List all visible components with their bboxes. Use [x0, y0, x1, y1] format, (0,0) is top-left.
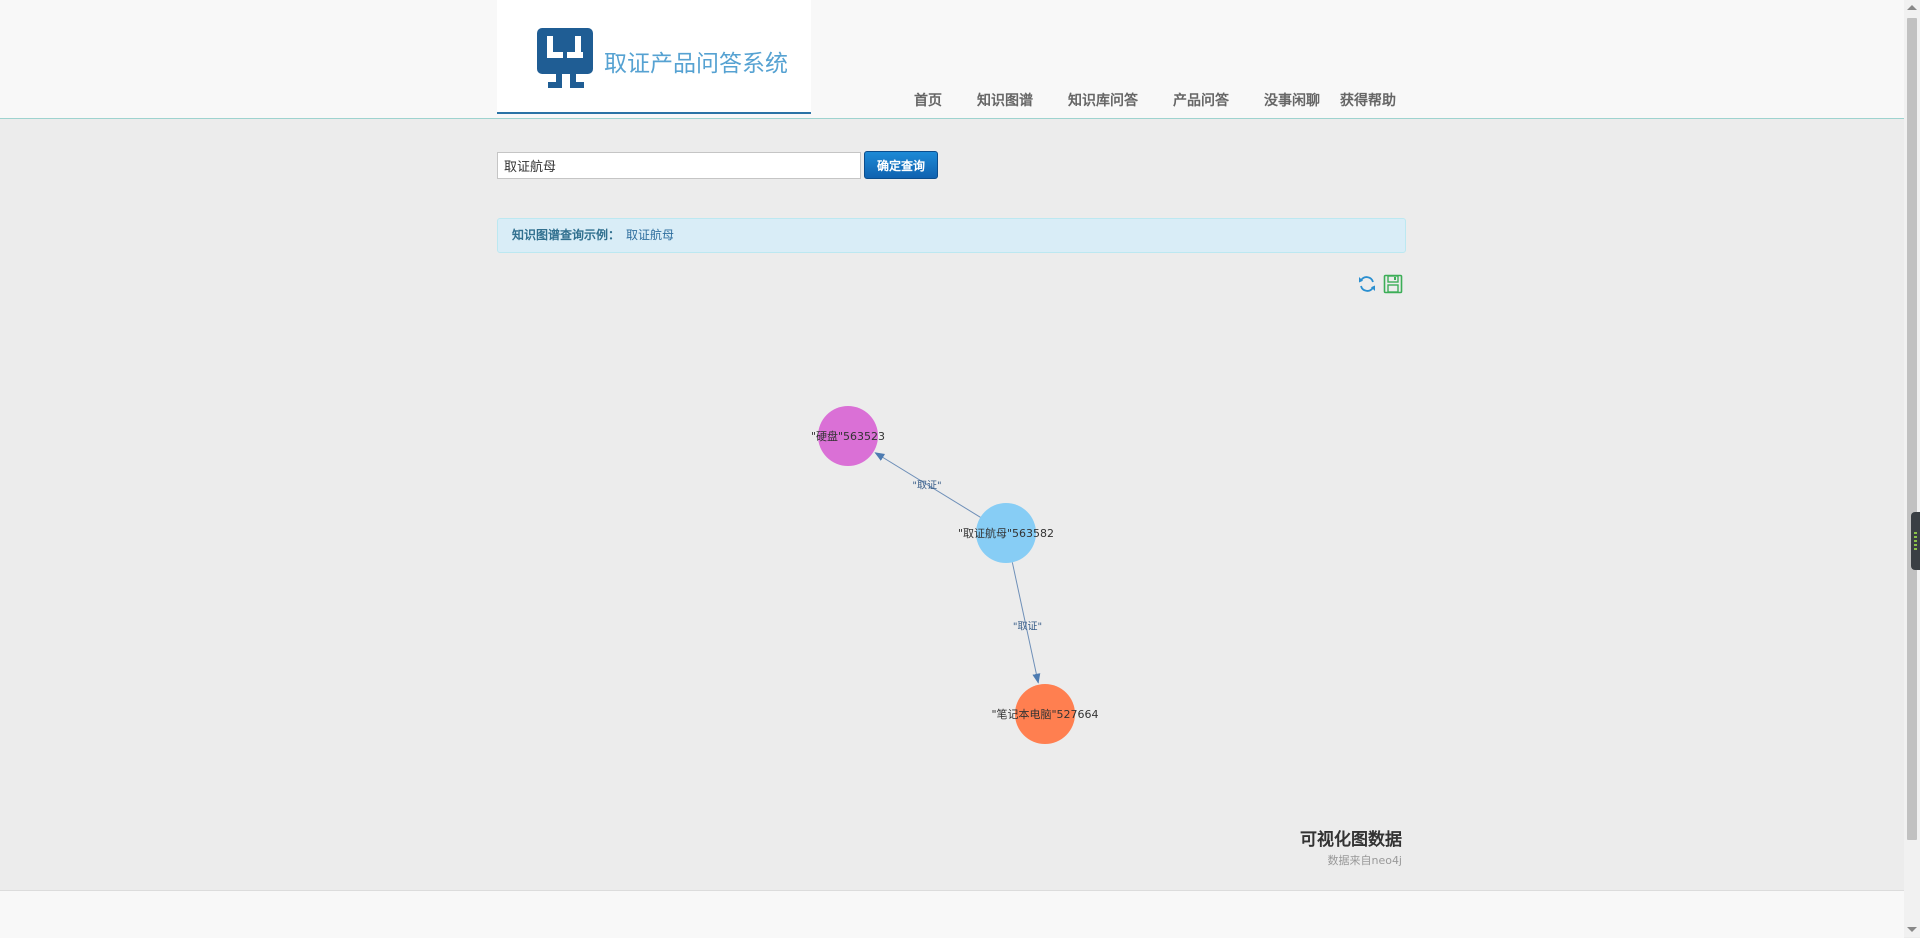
- logo-area[interactable]: 取证产品问答系统: [497, 0, 811, 114]
- nav-item-chat[interactable]: 没事闲聊: [1264, 90, 1320, 110]
- grip-icon: [1914, 532, 1917, 550]
- nav-item-kb-qa[interactable]: 知识库问答: [1068, 90, 1138, 110]
- refresh-icon[interactable]: [1357, 274, 1377, 294]
- search-input[interactable]: [497, 152, 861, 179]
- nav-item-product-qa[interactable]: 产品问答: [1173, 90, 1229, 110]
- nav-item-home[interactable]: 首页: [914, 90, 942, 110]
- graph-edge-label: "取证": [1013, 621, 1042, 633]
- nav-item-help[interactable]: 获得帮助: [1340, 90, 1396, 110]
- nav-item-knowledge-graph[interactable]: 知识图谱: [977, 90, 1033, 110]
- hint-example-link[interactable]: 取证航母: [626, 228, 674, 242]
- visualization-title: 可视化图数据: [1300, 830, 1402, 850]
- page-scrollbar[interactable]: [1904, 0, 1920, 937]
- app-title: 取证产品问答系统: [604, 51, 788, 77]
- hint-label: 知识图谱查询示例：: [512, 228, 621, 242]
- search-button[interactable]: 确定查询: [864, 151, 938, 179]
- save-icon[interactable]: [1383, 274, 1403, 294]
- graph-edge[interactable]: [874, 452, 981, 518]
- scroll-up-icon[interactable]: [1907, 5, 1917, 10]
- side-panel-handle[interactable]: [1911, 512, 1920, 570]
- graph-edge-label: "取证": [912, 480, 941, 492]
- graph-node[interactable]: [818, 406, 878, 466]
- scroll-thumb[interactable]: [1907, 18, 1917, 840]
- graph-node[interactable]: [976, 503, 1036, 563]
- visualization-subtitle: 数据来自neo4j: [1327, 854, 1402, 867]
- query-example-hint: 知识图谱查询示例： 取证航母: [497, 218, 1406, 253]
- graph-edge[interactable]: [1011, 562, 1041, 684]
- knowledge-graph: "取证""取证""取证航母"563582"硬盘"563523"笔记本电脑"527…: [811, 406, 1099, 744]
- qa-logo-icon: [537, 28, 593, 88]
- scroll-down-icon[interactable]: [1907, 927, 1917, 932]
- header: 取证产品问答系统 首页 知识图谱 知识库问答 产品问答 没事闲聊 获得帮助: [0, 0, 1904, 119]
- footer: [0, 890, 1904, 938]
- graph-node[interactable]: [1015, 684, 1075, 744]
